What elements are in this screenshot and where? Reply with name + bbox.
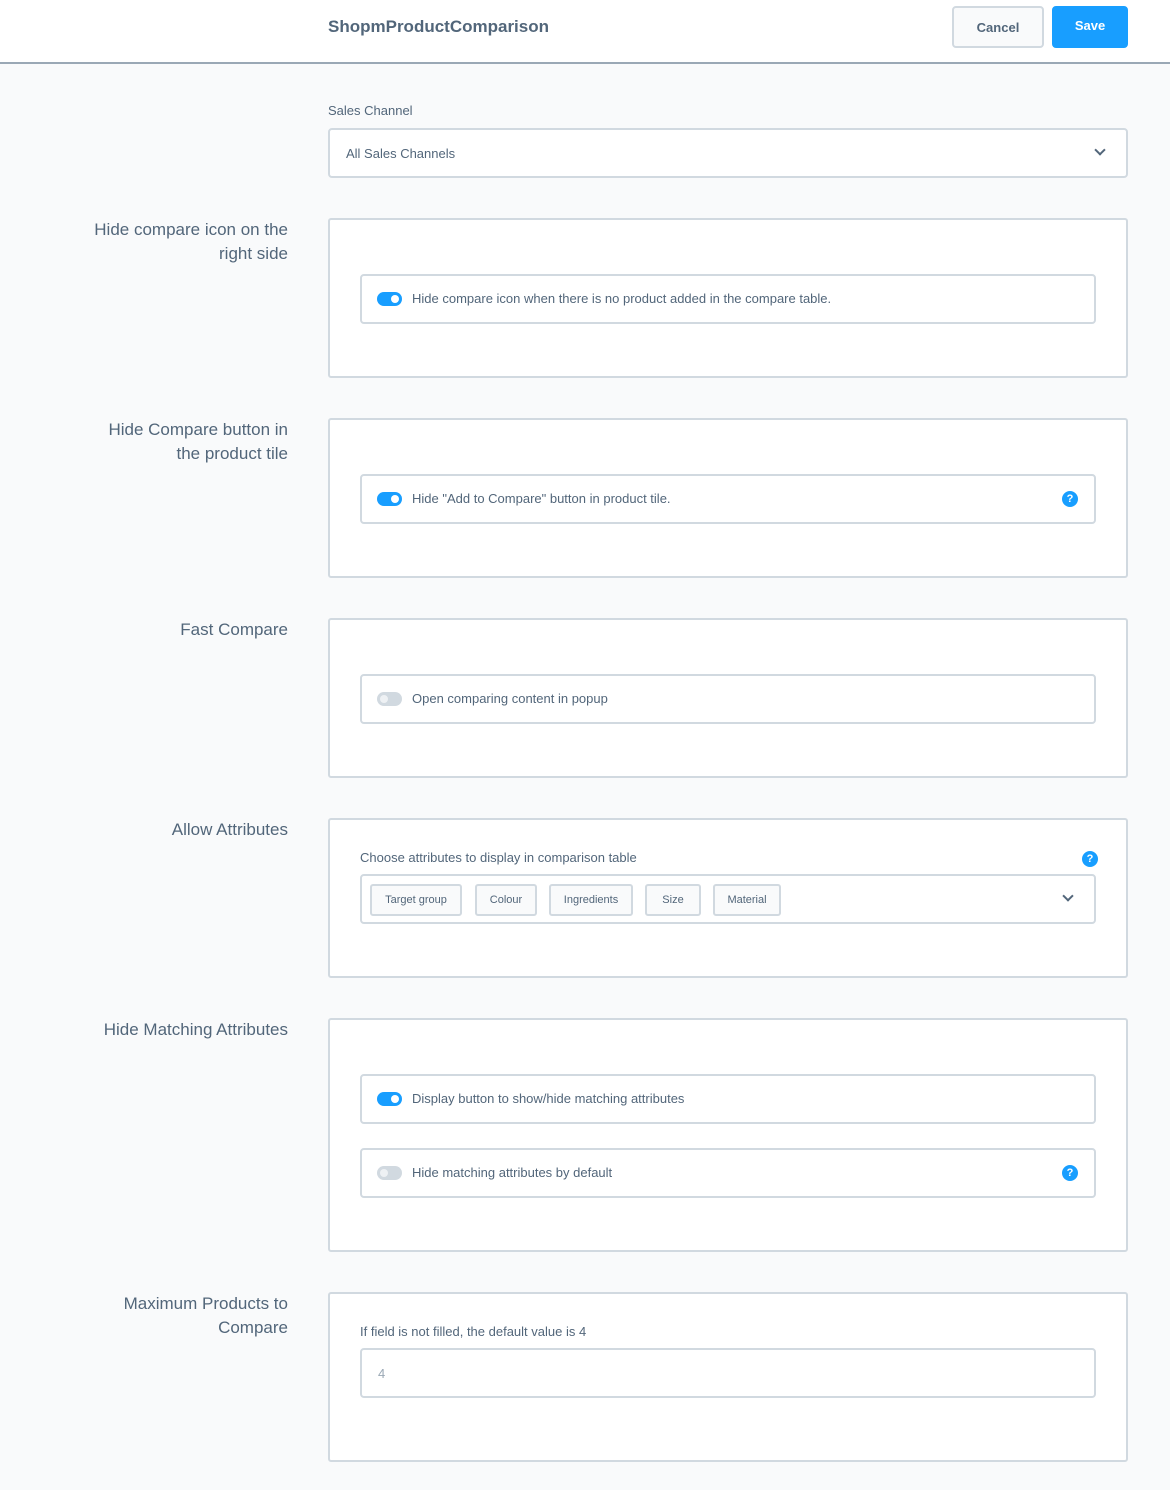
- toggle-label: Hide compare icon when there is no produ…: [412, 291, 832, 306]
- max-products-input[interactable]: [360, 1348, 1096, 1398]
- toggle-knob: [391, 495, 399, 503]
- attribute-tag[interactable]: Colour: [475, 884, 537, 916]
- display-matching-button-field: Display button to show/hide matching att…: [360, 1074, 1096, 1124]
- help-icon[interactable]: ?: [1082, 851, 1098, 867]
- card-allow-attributes: Choose attributes to display in comparis…: [328, 818, 1128, 978]
- hide-matching-default-field: Hide matching attributes by default ?: [360, 1148, 1096, 1198]
- max-products-hint: If field is not filled, the default valu…: [360, 1324, 587, 1339]
- top-bar: ShopmProductComparison Cancel Save: [0, 0, 1170, 64]
- display-matching-button-toggle[interactable]: [377, 1092, 402, 1106]
- card-hide-compare-button: Hide "Add to Compare" button in product …: [328, 418, 1128, 578]
- toggle-label: Hide matching attributes by default: [412, 1165, 613, 1180]
- attribute-tag[interactable]: Target group: [370, 884, 462, 916]
- card-hide-matching-attributes: Display button to show/hide matching att…: [328, 1018, 1128, 1252]
- section-label-hide-compare-button: Hide Compare button in the product tile: [108, 420, 288, 463]
- hide-compare-icon-toggle[interactable]: [377, 292, 402, 306]
- fast-compare-toggle[interactable]: [377, 692, 402, 706]
- card-max-products: If field is not filled, the default valu…: [328, 1292, 1128, 1462]
- attributes-multiselect[interactable]: Target group Colour Ingredients Size Mat…: [360, 874, 1096, 924]
- card-hide-compare-icon: Hide compare icon when there is no produ…: [328, 218, 1128, 378]
- sales-channel-select[interactable]: All Sales Channels: [328, 128, 1128, 178]
- chevron-down-icon[interactable]: [1062, 890, 1074, 902]
- chevron-down-icon: [1094, 144, 1106, 156]
- toggle-knob: [380, 695, 388, 703]
- cancel-button[interactable]: Cancel: [952, 6, 1044, 48]
- allow-attributes-hint: Choose attributes to display in comparis…: [360, 850, 637, 865]
- toggle-label: Display button to show/hide matching att…: [412, 1091, 685, 1106]
- card-fast-compare: Open comparing content in popup: [328, 618, 1128, 778]
- attribute-tag[interactable]: Size: [645, 884, 701, 916]
- help-icon[interactable]: ?: [1062, 491, 1078, 507]
- sales-channel-label: Sales Channel: [328, 103, 413, 118]
- toggle-knob: [391, 1095, 399, 1103]
- section-label-fast-compare: Fast Compare: [180, 620, 288, 639]
- fast-compare-field: Open comparing content in popup: [360, 674, 1096, 724]
- toggle-knob: [391, 295, 399, 303]
- save-button[interactable]: Save: [1052, 6, 1128, 48]
- hide-compare-icon-field: Hide compare icon when there is no produ…: [360, 274, 1096, 324]
- hide-compare-button-field: Hide "Add to Compare" button in product …: [360, 474, 1096, 524]
- section-label-allow-attributes: Allow Attributes: [171, 820, 288, 839]
- attribute-tag[interactable]: Ingredients: [549, 884, 633, 916]
- toggle-label: Hide "Add to Compare" button in product …: [412, 491, 671, 506]
- section-label-hide-compare-icon: Hide compare icon on the right side: [94, 220, 288, 263]
- attribute-tag[interactable]: Material: [713, 884, 781, 916]
- toggle-knob: [380, 1169, 388, 1177]
- section-label-max-products: Maximum Products to Compare: [123, 1294, 288, 1337]
- section-label-hide-matching-attributes: Hide Matching Attributes: [103, 1020, 288, 1039]
- hide-compare-button-toggle[interactable]: [377, 492, 402, 506]
- hide-matching-default-toggle[interactable]: [377, 1166, 402, 1180]
- page-title: ShopmProductComparison: [328, 17, 550, 36]
- sales-channel-value: All Sales Channels: [346, 145, 456, 161]
- toggle-label: Open comparing content in popup: [412, 691, 608, 706]
- help-icon[interactable]: ?: [1062, 1165, 1078, 1181]
